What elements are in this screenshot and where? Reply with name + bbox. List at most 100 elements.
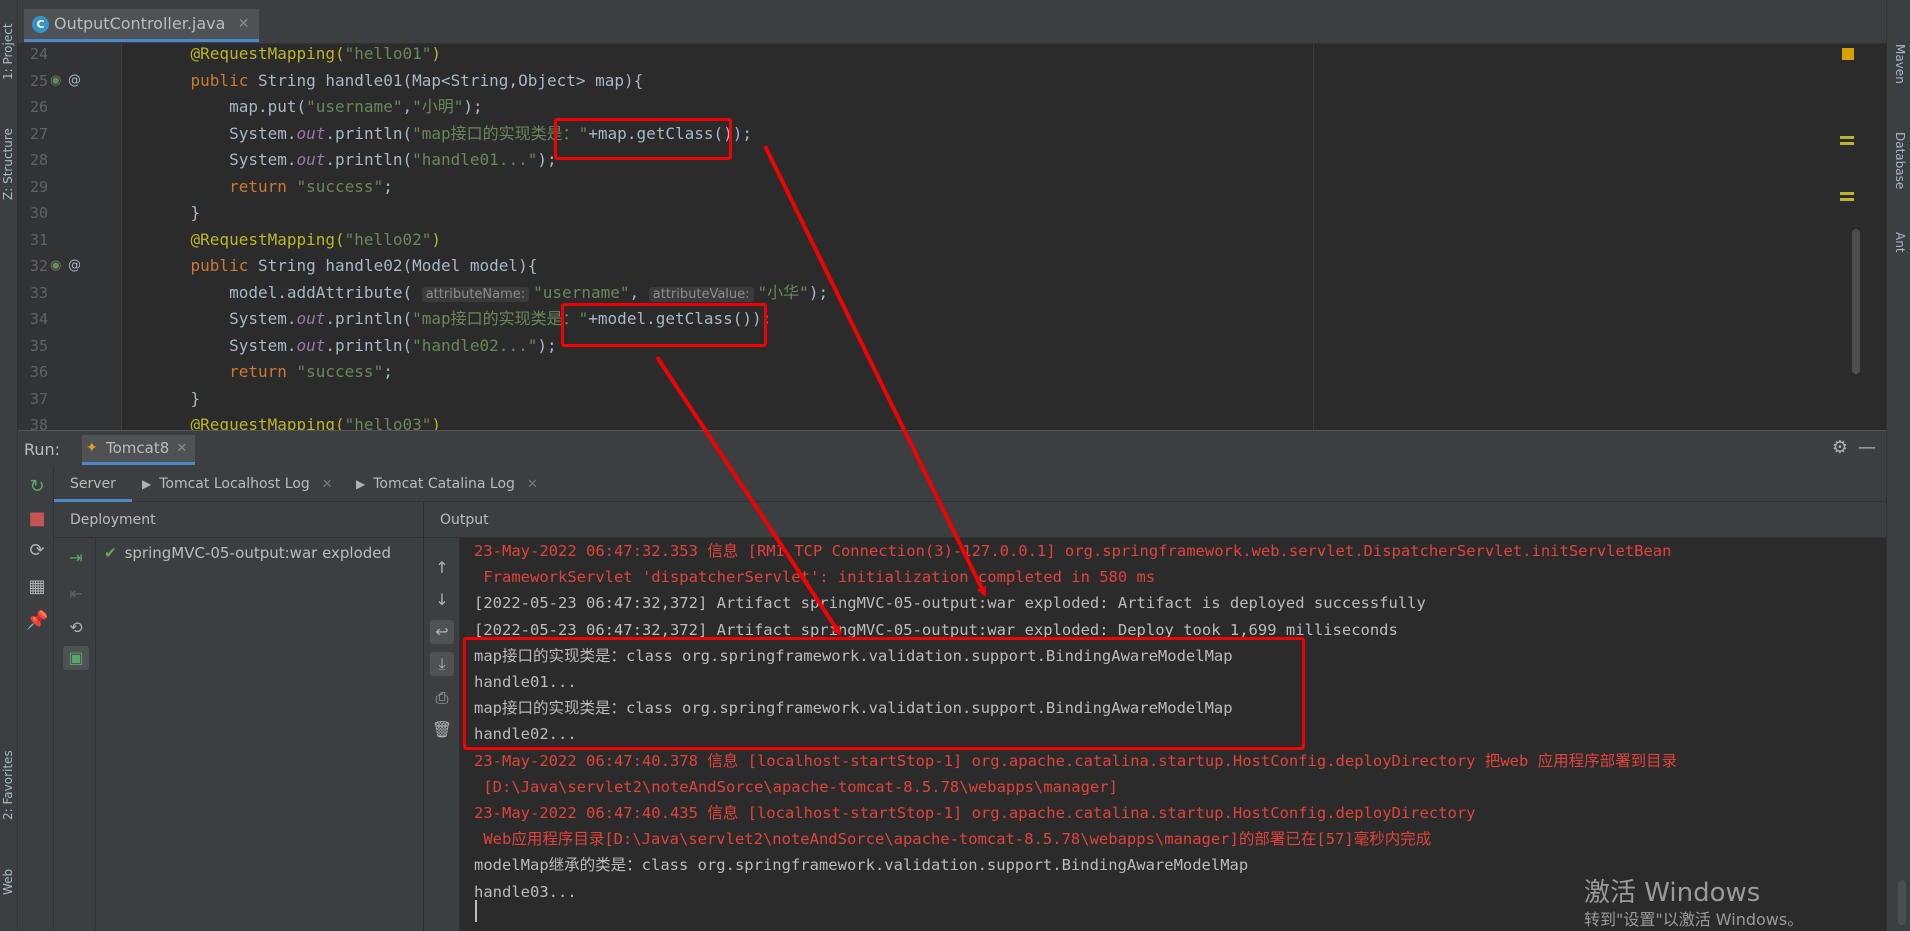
- arrow-down-icon[interactable]: ↓: [430, 588, 454, 612]
- code-line: model.addAttribute( attributeName: "usern…: [152, 280, 828, 306]
- line-number: 25: [29, 71, 48, 90]
- server-sub-tabs: Server ▶ Tomcat Localhost Log ✕ ▶ Tomcat Ca…: [54, 468, 1886, 502]
- code-line: System.out.println("handle02...");: [152, 333, 557, 359]
- gutter-line: 31: [18, 227, 122, 253]
- tab-server-label: Server: [70, 476, 116, 492]
- code-editor[interactable]: 24 25 ◉ @26 27 28 29 30 31 32 ◉ @33 34 35 36 37 38 @Requ…: [18, 44, 1866, 430]
- tomcat-icon: ✦: [86, 440, 98, 456]
- open-browser-icon[interactable]: ▣: [63, 646, 89, 670]
- code-token: map.put(: [152, 97, 307, 116]
- project-tool-button[interactable]: 1: Project: [1, 23, 15, 80]
- code-token: "hello01": [344, 44, 432, 63]
- code-token: "hello03": [344, 415, 432, 430]
- code-token: }: [152, 388, 201, 408]
- tab-server[interactable]: Server: [54, 468, 132, 502]
- code-token: out: [296, 150, 326, 169]
- editor-scrollbar[interactable]: [1852, 229, 1860, 374]
- run-config-tab[interactable]: ✦ Tomcat8 ✕: [82, 435, 196, 465]
- code-token: public: [152, 256, 258, 275]
- code-token: System.: [152, 335, 297, 355]
- layout-icon[interactable]: ▦: [26, 576, 48, 598]
- favorites-tool-button[interactable]: 2: Favorites: [1, 750, 15, 820]
- error-stripe-marker[interactable]: [1840, 142, 1854, 145]
- refresh-icon[interactable]: ⟲: [63, 616, 89, 640]
- stop-icon[interactable]: ■: [26, 508, 48, 530]
- run-label: Run:: [24, 440, 61, 459]
- left-tool-strip: 1: Project Z: Structure 2: Favorites Web: [0, 0, 18, 931]
- console-line: 23-May-2022 06:47:40.435 信息 [localhost-s…: [474, 804, 1476, 822]
- editor-tab-output-controller[interactable]: C OutputController.java ✕: [24, 9, 260, 42]
- right-margin-guide: [1313, 44, 1314, 430]
- mapping-leaf-icon[interactable]: ◉: [50, 73, 61, 89]
- gutter-line: 29: [18, 174, 122, 200]
- line-number: 36: [29, 363, 48, 381]
- highlight-box-map-getclass: [554, 118, 732, 160]
- artifact-label: springMVC-05-output:war exploded: [124, 544, 392, 562]
- code-token: handle02(Model model){: [325, 256, 538, 275]
- tab-localhost-log[interactable]: ▶ Tomcat Localhost Log ✕: [142, 468, 333, 502]
- tab-catalina-log[interactable]: ▶ Tomcat Catalina Log ✕: [356, 468, 538, 502]
- console-scrollbar[interactable]: [1898, 880, 1906, 925]
- soft-wrap-icon[interactable]: ↩: [430, 620, 454, 644]
- parameter-hint: attributeName:: [421, 286, 530, 302]
- print-icon[interactable]: ⎙: [430, 686, 454, 710]
- web-tool-button[interactable]: Web: [1, 869, 15, 895]
- annotation-at-icon[interactable]: @: [68, 258, 81, 274]
- artifact-item[interactable]: ✔ springMVC-05-output:war exploded: [96, 540, 391, 566]
- rerun-icon[interactable]: ↻: [26, 476, 48, 498]
- undeploy-icon[interactable]: ⇤: [63, 582, 89, 606]
- code-line: }: [152, 386, 201, 412]
- gutter-line: 35: [18, 333, 122, 359]
- database-tool-button[interactable]: Database: [1893, 132, 1907, 189]
- code-line: return "success";: [152, 174, 393, 200]
- close-icon[interactable]: ✕: [527, 477, 538, 492]
- annotation-at-icon[interactable]: @: [68, 73, 81, 89]
- output-header: Output: [424, 502, 1886, 538]
- line-number: 26: [29, 98, 48, 116]
- deployment-header: Deployment: [54, 502, 423, 538]
- editor-tab-label: OutputController.java: [54, 14, 226, 33]
- run-window-header: Run: ✦ Tomcat8 ✕ ⚙ —: [18, 430, 1886, 468]
- code-token: "小明": [412, 97, 464, 116]
- minimize-icon[interactable]: —: [1858, 437, 1876, 458]
- line-number: 38: [29, 416, 48, 430]
- code-token: public: [152, 70, 258, 90]
- trash-icon[interactable]: 🗑: [430, 718, 454, 742]
- error-stripe-marker[interactable]: [1840, 136, 1854, 139]
- code-token: "success": [296, 362, 384, 381]
- warning-marker-icon[interactable]: [1842, 48, 1854, 60]
- pin-icon[interactable]: 📌: [26, 610, 48, 632]
- tab-catalina-log-label: Tomcat Catalina Log: [373, 476, 515, 492]
- console-line: 23-May-2022 06:47:40.378 信息 [localhost-s…: [474, 751, 1678, 770]
- tab-localhost-log-label: Tomcat Localhost Log: [159, 476, 310, 492]
- error-stripe-marker[interactable]: [1840, 192, 1854, 195]
- deployment-panel: Deployment ⇥ ⇤ ⟲ ▣ ✔ springMVC-05-output:…: [54, 502, 424, 931]
- close-icon[interactable]: ✕: [176, 435, 187, 462]
- gutter-line: 26: [18, 94, 122, 120]
- gutter-line: 34: [18, 306, 122, 332]
- code-token: String: [257, 70, 326, 90]
- update-icon[interactable]: ⟳: [26, 540, 48, 562]
- structure-tool-button[interactable]: Z: Structure: [1, 128, 15, 200]
- settings-gear-icon[interactable]: ⚙: [1832, 437, 1848, 458]
- deploy-all-icon[interactable]: ⇥: [63, 546, 89, 570]
- gutter-line: 33: [18, 280, 122, 306]
- parameter-hint: attributeValue:: [648, 286, 754, 302]
- close-icon[interactable]: ✕: [238, 9, 250, 39]
- error-stripe-marker[interactable]: [1840, 198, 1854, 201]
- gutter-line: 24: [18, 44, 122, 67]
- code-token: "handle01...": [412, 150, 538, 169]
- scroll-to-end-icon[interactable]: ⤓: [430, 652, 454, 676]
- close-icon[interactable]: ✕: [322, 477, 333, 492]
- gutter-line: 38: [18, 412, 122, 430]
- deployment-toolbar: ⇥ ⇤ ⟲ ▣: [54, 538, 96, 931]
- code-token: );: [463, 97, 483, 116]
- maven-tool-button[interactable]: Maven: [1893, 44, 1907, 84]
- activation-watermark-title: 激活 Windows: [1584, 878, 1761, 908]
- mapping-leaf-icon[interactable]: ◉: [50, 258, 61, 274]
- code-token: ): [431, 44, 441, 63]
- line-number: 34: [29, 310, 48, 328]
- line-number: 35: [29, 336, 48, 355]
- ant-tool-button[interactable]: Ant: [1893, 232, 1907, 253]
- arrow-up-icon[interactable]: ↑: [430, 556, 454, 580]
